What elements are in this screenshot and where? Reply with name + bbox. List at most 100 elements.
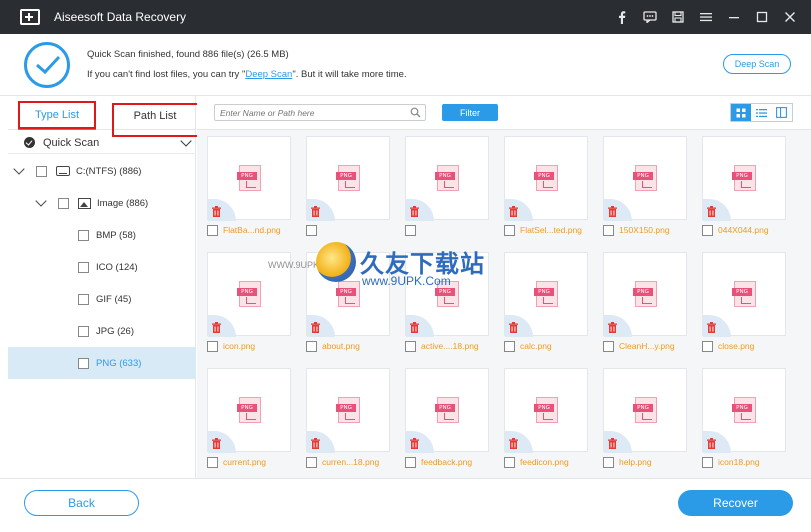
file-checkbox[interactable] xyxy=(702,225,713,236)
filter-button[interactable]: Filter xyxy=(442,104,498,121)
file-card[interactable]: PNG xyxy=(306,136,390,244)
file-card[interactable]: PNG 150X150.png xyxy=(603,136,687,244)
grid-view-icon[interactable] xyxy=(731,104,752,121)
file-thumbnail[interactable]: PNG xyxy=(603,136,687,221)
deep-scan-link[interactable]: Deep Scan xyxy=(245,69,292,80)
file-thumbnail[interactable]: PNG xyxy=(306,136,390,221)
file-card[interactable]: PNG icon18.png xyxy=(702,368,786,476)
file-thumbnail[interactable]: PNG xyxy=(504,252,588,337)
minimize-icon[interactable] xyxy=(727,10,741,24)
tab-type-list[interactable]: Type List xyxy=(18,102,96,130)
file-card[interactable]: PNG icon.png xyxy=(207,252,291,360)
file-checkbox[interactable] xyxy=(603,341,614,352)
collapse-caret-icon[interactable] xyxy=(35,195,47,207)
file-checkbox[interactable] xyxy=(702,457,713,468)
file-type-badge: PNG xyxy=(336,172,356,180)
tree-item-gif[interactable]: GIF (45) xyxy=(8,283,196,315)
tree-item-png[interactable]: PNG (633) xyxy=(8,347,196,379)
file-card[interactable]: PNG CleanH...y.png xyxy=(603,252,687,360)
file-checkbox[interactable] xyxy=(207,457,218,468)
feedback-icon[interactable] xyxy=(643,10,657,24)
maximize-icon[interactable] xyxy=(755,10,769,24)
file-thumbnail[interactable]: PNG xyxy=(702,252,786,337)
file-thumbnail[interactable]: PNG xyxy=(702,368,786,453)
file-checkbox[interactable] xyxy=(306,457,317,468)
file-card[interactable]: PNG feedback.png xyxy=(405,368,489,476)
tree-item-bmp[interactable]: BMP (58) xyxy=(8,219,196,251)
file-checkbox[interactable] xyxy=(207,341,218,352)
menu-icon[interactable] xyxy=(699,10,713,24)
tree-checkbox[interactable] xyxy=(78,293,89,305)
tree-item-jpg[interactable]: JPG (26) xyxy=(8,315,196,347)
file-checkbox[interactable] xyxy=(504,341,515,352)
file-thumbnail[interactable]: PNG xyxy=(603,368,687,453)
file-card[interactable]: PNG about.png xyxy=(306,252,390,360)
tree-checkbox[interactable] xyxy=(78,261,89,273)
file-card[interactable]: PNG current.png xyxy=(207,368,291,476)
file-card[interactable]: PNG FlatBa...nd.png xyxy=(207,136,291,244)
file-card[interactable]: PNG close.png xyxy=(702,252,786,360)
image-glyph-icon xyxy=(345,297,355,304)
tree-checkbox[interactable] xyxy=(36,165,47,177)
file-checkbox[interactable] xyxy=(405,341,416,352)
file-checkbox[interactable] xyxy=(207,225,218,236)
tree-item-drive[interactable]: C:(NTFS) (886) xyxy=(8,155,196,187)
tree-item-image[interactable]: Image (886) xyxy=(8,187,196,219)
file-checkbox[interactable] xyxy=(504,225,515,236)
file-thumbnail[interactable]: PNG xyxy=(405,252,489,337)
file-checkbox[interactable] xyxy=(504,457,515,468)
tree-checkbox[interactable] xyxy=(78,357,89,369)
tree-item-ico[interactable]: ICO (124) xyxy=(8,251,196,283)
tab-path-list[interactable]: Path List xyxy=(110,102,200,130)
facebook-icon[interactable] xyxy=(615,10,629,24)
png-file-icon: PNG xyxy=(336,397,360,423)
file-thumbnail[interactable]: PNG xyxy=(207,368,291,453)
file-name: close.png xyxy=(718,341,755,351)
file-card[interactable]: PNG help.png xyxy=(603,368,687,476)
search-input[interactable] xyxy=(215,105,403,120)
file-thumbnail[interactable]: PNG xyxy=(603,252,687,337)
file-card[interactable]: PNG calc.png xyxy=(504,252,588,360)
file-thumbnail[interactable]: PNG xyxy=(306,252,390,337)
save-icon[interactable] xyxy=(671,10,685,24)
image-glyph-icon xyxy=(246,413,256,420)
file-card[interactable]: PNG xyxy=(405,136,489,244)
close-icon[interactable] xyxy=(783,10,797,24)
recover-button[interactable]: Recover xyxy=(678,490,793,516)
file-thumbnail[interactable]: PNG xyxy=(207,136,291,221)
file-checkbox[interactable] xyxy=(702,341,713,352)
file-name: icon.png xyxy=(223,341,256,351)
tree-checkbox[interactable] xyxy=(58,197,69,209)
scan-mode-dropdown[interactable]: Quick Scan xyxy=(8,132,196,154)
file-type-badge: PNG xyxy=(237,288,257,296)
file-checkbox[interactable] xyxy=(603,457,614,468)
file-thumbnail[interactable]: PNG xyxy=(405,136,489,221)
file-checkbox[interactable] xyxy=(306,225,317,236)
file-name: curren...18.png xyxy=(322,457,380,467)
list-view-icon[interactable] xyxy=(751,104,771,121)
column-view-icon[interactable] xyxy=(772,104,792,121)
file-checkbox[interactable] xyxy=(405,457,416,468)
collapse-caret-icon[interactable] xyxy=(13,163,25,175)
search-box[interactable] xyxy=(214,104,426,121)
file-card[interactable]: PNG FlatSel...ted.png xyxy=(504,136,588,244)
file-thumbnail[interactable]: PNG xyxy=(306,368,390,453)
file-checkbox[interactable] xyxy=(306,341,317,352)
deep-scan-button[interactable]: Deep Scan xyxy=(723,54,791,74)
file-thumbnail[interactable]: PNG xyxy=(207,252,291,337)
tree-checkbox[interactable] xyxy=(78,229,89,241)
back-button[interactable]: Back xyxy=(24,490,139,516)
tree-checkbox[interactable] xyxy=(78,325,89,337)
deleted-trash-icon xyxy=(608,438,617,449)
file-thumbnail[interactable]: PNG xyxy=(405,368,489,453)
file-card[interactable]: PNG feedicon.png xyxy=(504,368,588,476)
file-checkbox[interactable] xyxy=(603,225,614,236)
file-card[interactable]: PNG 044X044.png xyxy=(702,136,786,244)
search-icon[interactable] xyxy=(410,107,421,118)
file-thumbnail[interactable]: PNG xyxy=(504,368,588,453)
file-thumbnail[interactable]: PNG xyxy=(702,136,786,221)
file-card[interactable]: PNG curren...18.png xyxy=(306,368,390,476)
file-thumbnail[interactable]: PNG xyxy=(504,136,588,221)
file-checkbox[interactable] xyxy=(405,225,416,236)
file-card[interactable]: PNG active....18.png xyxy=(405,252,489,360)
